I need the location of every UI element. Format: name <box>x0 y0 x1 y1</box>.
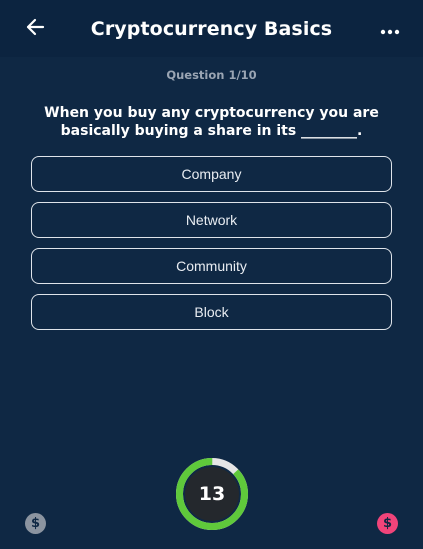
answer-option-block[interactable]: Block <box>31 294 392 330</box>
timer-value: 13 <box>198 483 226 505</box>
dollar-coin-icon[interactable]: $ <box>377 513 398 534</box>
answer-options: Company Network Community Block <box>31 156 392 340</box>
question-counter: Question 1/10 <box>166 68 257 82</box>
page-title: Cryptocurrency Basics <box>90 17 333 40</box>
arrow-left-icon <box>25 17 45 41</box>
more-horizontal-icon <box>380 20 400 39</box>
quiz-screen: Cryptocurrency Basics Question 1/10 When… <box>0 0 423 549</box>
countdown-timer: 13 <box>174 456 250 532</box>
more-menu-button[interactable] <box>377 16 403 42</box>
question-text: When you buy any cryptocurrency you are … <box>44 105 379 139</box>
answer-option-network[interactable]: Network <box>31 202 392 238</box>
answer-option-company[interactable]: Company <box>31 156 392 192</box>
back-button[interactable] <box>22 16 48 42</box>
dollar-coin-icon[interactable]: $ <box>25 513 46 534</box>
header-bar: Cryptocurrency Basics <box>0 0 423 57</box>
answer-option-community[interactable]: Community <box>31 248 392 284</box>
